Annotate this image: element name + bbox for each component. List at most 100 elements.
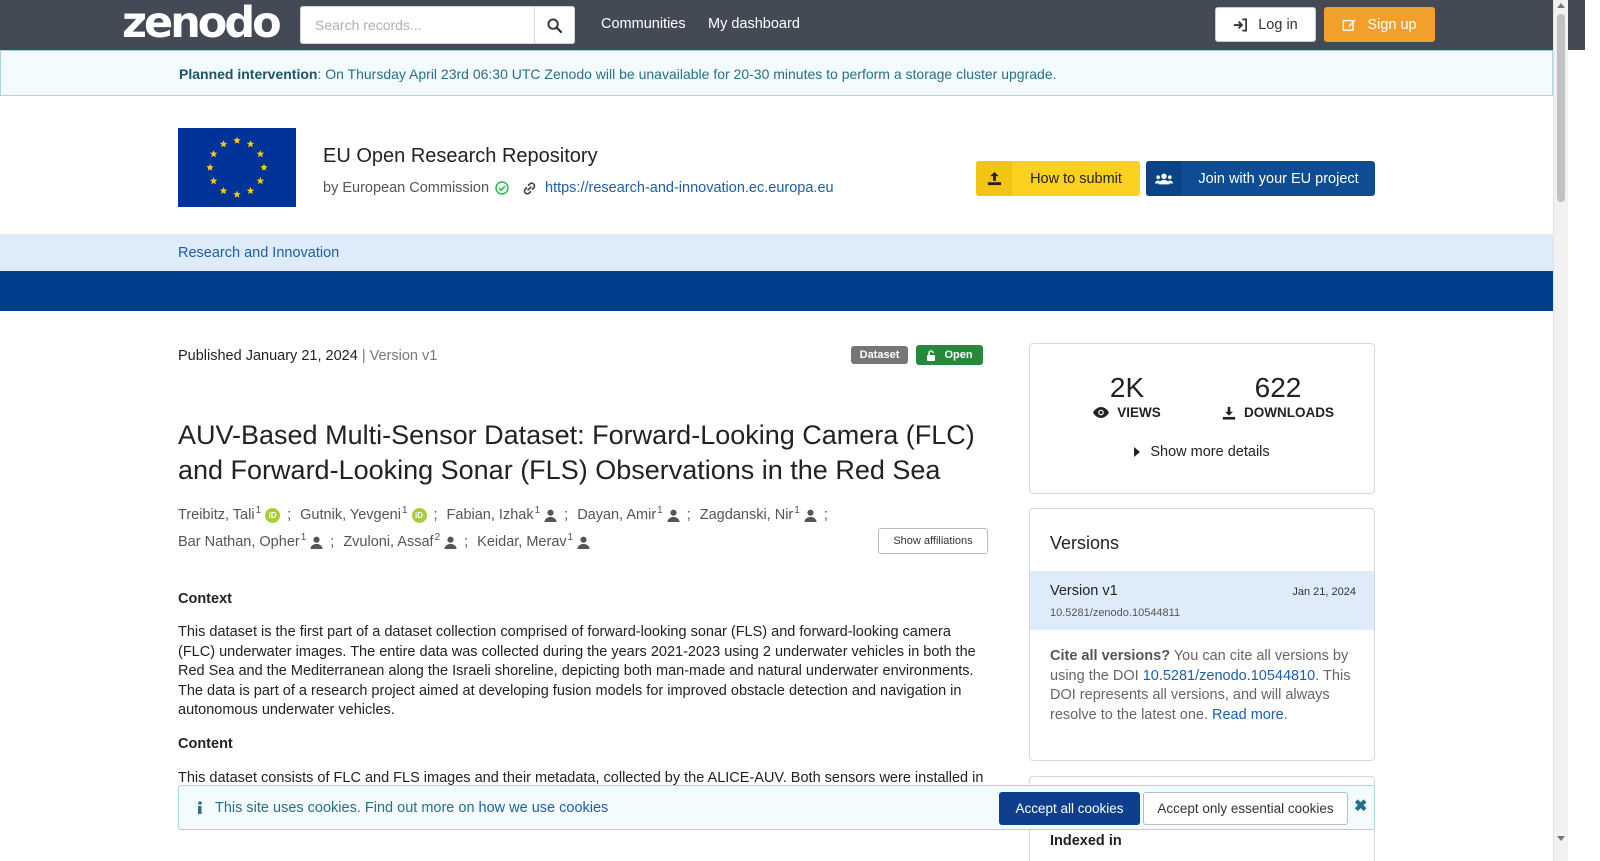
join-eu-project-button[interactable]: Join with your EU project <box>1146 161 1375 196</box>
creator-name[interactable]: Fabian, Izhak <box>447 502 534 529</box>
download-icon <box>1222 406 1236 420</box>
downloads-label-row: DOWNLOADS <box>1203 405 1353 420</box>
info-icon <box>198 801 202 814</box>
cite-all-versions: Cite all versions? You can cite all vers… <box>1050 647 1360 725</box>
nav-my-dashboard[interactable]: My dashboard <box>708 16 800 32</box>
accept-all-cookies-button[interactable]: Accept all cookies <box>999 792 1140 825</box>
scrollbar-thumb[interactable] <box>1557 14 1565 202</box>
orcid-icon[interactable]: iD <box>265 508 281 523</box>
search-bar <box>300 6 575 44</box>
community-owner: by European Commission <box>323 180 509 196</box>
community-website: https://research-and-innovation.ec.europ… <box>522 180 834 196</box>
concept-doi-link[interactable]: 10.5281/zenodo.10544810 <box>1143 668 1316 684</box>
affiliation-number: 1 <box>794 505 800 516</box>
user-icon <box>544 509 557 522</box>
show-affiliations-button[interactable]: Show affiliations <box>878 528 988 554</box>
affiliation-number: 1 <box>255 505 262 516</box>
scroll-down-arrow[interactable] <box>1557 836 1565 841</box>
signup-button[interactable]: Sign up <box>1324 7 1435 42</box>
users-icon <box>1146 161 1182 196</box>
views-count: 2K <box>1109 372 1145 403</box>
cookie-policy-link[interactable]: how we use cookies <box>479 800 609 816</box>
login-button[interactable]: Log in <box>1215 7 1316 42</box>
record-title: AUV-Based Multi-Sensor Dataset: Forward-… <box>178 420 975 485</box>
user-icon <box>804 509 817 522</box>
version-date: Jan 21, 2024 <box>1292 586 1356 598</box>
community-title[interactable]: EU Open Research Repository <box>323 145 598 168</box>
creator[interactable]: Fabian, Izhak 1; <box>447 502 569 529</box>
subnav-research-innovation[interactable]: Research and Innovation <box>178 245 339 261</box>
resource-type-badge[interactable]: Dataset <box>851 346 908 364</box>
creator-name[interactable]: Zagdanski, Nir <box>700 502 793 529</box>
version-text: | Version v1 <box>361 348 438 364</box>
accept-essential-cookies-button[interactable]: Accept only essential cookies <box>1143 792 1348 825</box>
creators-list: Treibitz, Tali 1 iD; Gutnik, Yevgeni 1 iD; Fab… <box>178 502 868 556</box>
community-url-link[interactable]: https://research-and-innovation.ec.europ… <box>545 180 834 196</box>
user-icon <box>310 536 323 549</box>
banner-strong: Planned intervention <box>179 66 318 82</box>
search-input[interactable] <box>300 6 534 44</box>
creator-separator: ; <box>330 534 335 550</box>
affiliation-number: 1 <box>300 532 307 543</box>
creator-name[interactable]: Treibitz, Tali <box>178 502 255 529</box>
community-color-bar <box>0 271 1553 311</box>
cookie-banner: This site uses cookies. Find out more on… <box>178 785 1375 830</box>
verified-icon <box>495 181 509 195</box>
login-label: Log in <box>1258 16 1298 33</box>
affiliation-number: 1 <box>657 505 663 516</box>
join-label: Join with your EU project <box>1198 170 1359 187</box>
views-label: VIEWS <box>1117 405 1161 420</box>
cookie-text: This site uses cookies. Find out more on <box>215 800 479 816</box>
creator[interactable]: Gutnik, Yevgeni 1 iD; <box>300 502 438 529</box>
scrollbar[interactable] <box>1553 0 1568 861</box>
search-icon <box>547 17 562 33</box>
search-button[interactable] <box>534 6 575 44</box>
creator-name[interactable]: Dayan, Amir <box>577 502 656 529</box>
creator[interactable]: Zvuloni, Assaf 2; <box>343 529 468 556</box>
version-item[interactable]: Version v1 Jan 21, 2024 10.5281/zenodo.1… <box>1030 571 1374 630</box>
user-icon <box>577 536 590 549</box>
how-to-submit-button[interactable]: How to submit <box>976 161 1140 196</box>
submit-label: How to submit <box>1030 170 1122 187</box>
content-heading: Content <box>178 736 233 752</box>
maintenance-banner: Planned intervention: On Thursday April … <box>0 50 1553 96</box>
creator-separator: ; <box>686 507 691 523</box>
access-status-badge[interactable]: Open <box>916 345 983 365</box>
user-icon <box>444 536 457 549</box>
affiliation-number: 1 <box>534 505 541 516</box>
stats-card: 2K VIEWS 622 DOWNLOADS Show more details <box>1029 343 1375 494</box>
nav-communities[interactable]: Communities <box>601 16 686 32</box>
creator[interactable]: Treibitz, Tali 1 iD; <box>178 502 291 529</box>
version-name[interactable]: Version v1 <box>1050 583 1118 599</box>
creator-name[interactable]: Zvuloni, Assaf <box>343 529 433 556</box>
read-more-link[interactable]: Read more <box>1212 707 1284 723</box>
creator[interactable]: Keidar, Merav 1 <box>477 529 590 556</box>
scroll-up-arrow[interactable] <box>1557 3 1565 8</box>
show-more-details[interactable]: Show more details <box>1030 444 1374 460</box>
eu-flag-logo[interactable] <box>178 128 296 207</box>
creator-name[interactable]: Bar Nathan, Opher <box>178 529 300 556</box>
upload-icon <box>976 161 1012 196</box>
creator[interactable]: Dayan, Amir 1; <box>577 502 691 529</box>
eu-stars-icon <box>206 136 268 198</box>
close-icon[interactable]: ✖ <box>1354 796 1367 816</box>
creator-name[interactable]: Keidar, Merav <box>477 529 566 556</box>
indexed-heading: Indexed in <box>1050 833 1122 849</box>
creator-name[interactable]: Gutnik, Yevgeni <box>300 502 401 529</box>
banner-message: Planned intervention: On Thursday April … <box>179 66 1057 82</box>
cookie-text-wrap: This site uses cookies. Find out more on… <box>215 800 608 816</box>
access-label: Open <box>944 349 973 361</box>
downloads-label: DOWNLOADS <box>1244 405 1334 420</box>
views-stat: 2K VIEWS <box>1052 372 1202 420</box>
caret-right-icon <box>1134 447 1141 457</box>
creator[interactable]: Zagdanski, Nir 1; <box>700 502 828 529</box>
link-icon <box>523 181 536 195</box>
creator-separator: ; <box>823 507 828 523</box>
cite-period: . <box>1283 706 1288 723</box>
zenodo-logo[interactable]: zenodo <box>122 1 282 47</box>
context-paragraph: This dataset is the first part of a data… <box>178 624 976 719</box>
creator-separator: ; <box>287 507 292 523</box>
creator[interactable]: Bar Nathan, Opher 1; <box>178 529 334 556</box>
versions-card: Versions Version v1 Jan 21, 2024 10.5281… <box>1029 508 1375 761</box>
orcid-icon[interactable]: iD <box>411 508 427 523</box>
